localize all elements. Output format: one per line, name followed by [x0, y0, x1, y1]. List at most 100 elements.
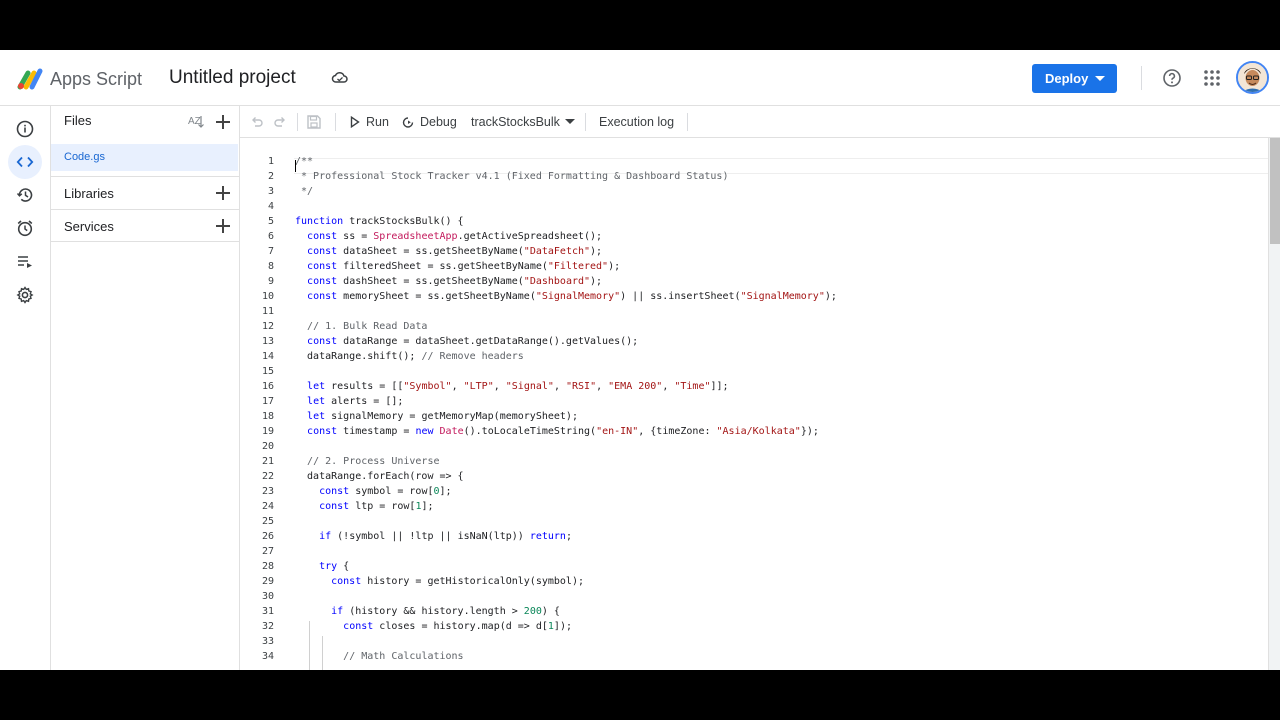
toolbar-separator: [585, 113, 586, 131]
code-line[interactable]: // 2. Process Universe: [295, 456, 439, 467]
line-number: 24: [261, 501, 274, 512]
code-line[interactable]: const symbol = row[0];: [295, 486, 451, 497]
header-divider: [1141, 66, 1142, 90]
editor-scrollbar[interactable]: [1268, 138, 1280, 670]
run-label: Run: [366, 114, 389, 129]
google-apps-icon[interactable]: [1203, 69, 1221, 87]
line-number: 2: [267, 171, 274, 182]
function-selector[interactable]: trackStocksBulk: [471, 106, 575, 137]
file-name: Code.gs: [64, 151, 105, 163]
code-line[interactable]: const dataRange = dataSheet.getDataRange…: [295, 336, 638, 347]
line-number: 18: [261, 411, 274, 422]
code-line[interactable]: const closes = history.map(d => d[1]);: [295, 621, 572, 632]
code-line[interactable]: if (history && history.length > 200) {: [295, 606, 560, 617]
code-line[interactable]: const filteredSheet = ss.getSheetByName(…: [295, 261, 620, 272]
code-line[interactable]: const ss = SpreadsheetApp.getActiveSprea…: [295, 231, 602, 242]
run-button[interactable]: Run: [350, 106, 389, 137]
code-line[interactable]: let alerts = [];: [295, 396, 403, 407]
add-service-icon[interactable]: [216, 219, 230, 233]
play-icon: [350, 115, 360, 128]
add-library-icon[interactable]: [216, 186, 230, 200]
code-icon: [16, 156, 34, 168]
apps-script-logo-icon[interactable]: [17, 67, 45, 91]
code-line[interactable]: try {: [295, 561, 349, 572]
sort-az-icon[interactable]: AZ: [187, 112, 205, 130]
code-line[interactable]: // 1. Bulk Read Data: [295, 321, 427, 332]
code-line[interactable]: /**: [295, 156, 313, 167]
line-number: 33: [261, 636, 274, 647]
files-panel: Files AZ Code.gs Libraries Services: [51, 106, 240, 670]
code-line[interactable]: const history = getHistoricalOnly(symbol…: [295, 576, 584, 587]
line-number: 25: [261, 516, 274, 527]
line-number: 27: [261, 546, 274, 557]
account-avatar[interactable]: [1236, 61, 1269, 94]
code-line[interactable]: function trackStocksBulk() {: [295, 216, 464, 227]
code-line[interactable]: * Professional Stock Tracker v4.1 (Fixed…: [295, 171, 728, 182]
code-line[interactable]: if (!symbol || !ltp || isNaN(ltp)) retur…: [295, 531, 572, 542]
info-icon: [16, 120, 34, 138]
line-number: 20: [261, 441, 274, 452]
undo-button[interactable]: [250, 106, 264, 137]
code-line[interactable]: let signalMemory = getMemoryMap(memorySh…: [295, 411, 578, 422]
code-editor[interactable]: 1 2 3 4 5 6 7 8 9 10 11 12 13 14 15 16 17 18 19 20 21 22 23 24 2…: [240, 138, 1268, 670]
code-line[interactable]: const dashSheet = ss.getSheetByName("Das…: [295, 276, 602, 287]
code-line[interactable]: const ltp = row[1];: [295, 501, 433, 512]
toolbar-separator: [687, 113, 688, 131]
letterbox-top: [0, 0, 1280, 50]
editor-toolbar: Run Debug trackStocksBulk Execution log: [240, 106, 1280, 138]
line-number: 1: [267, 156, 274, 167]
navigation-rail: [0, 106, 51, 670]
code-line[interactable]: let results = [["Symbol", "LTP", "Signal…: [295, 381, 729, 392]
code-line[interactable]: dataRange.forEach(row => {: [295, 471, 464, 482]
rail-project-history[interactable]: [8, 178, 42, 212]
line-number: 4: [267, 201, 274, 212]
help-icon[interactable]: [1162, 68, 1182, 88]
code-line[interactable]: const timestamp = new Date().toLocaleTim…: [295, 426, 819, 437]
deploy-button-label: Deploy: [1045, 71, 1089, 86]
line-number: 8: [267, 261, 274, 272]
code-line[interactable]: const memorySheet = ss.getSheetByName("S…: [295, 291, 837, 302]
redo-button[interactable]: [273, 106, 287, 137]
rail-editor[interactable]: [8, 145, 42, 179]
line-number: 28: [261, 561, 274, 572]
cloud-saved-icon: [331, 71, 348, 83]
line-number: 30: [261, 591, 274, 602]
line-number: 5: [267, 216, 274, 227]
services-row[interactable]: Services: [51, 209, 240, 242]
file-item-code-gs[interactable]: Code.gs: [51, 144, 238, 171]
letterbox-bottom: [0, 670, 1280, 720]
save-button[interactable]: [306, 106, 322, 137]
caret-down-icon: [564, 119, 575, 124]
code-line[interactable]: const dataSheet = ss.getSheetByName("Dat…: [295, 246, 602, 257]
debug-button[interactable]: Debug: [402, 106, 457, 137]
services-label: Services: [64, 219, 114, 234]
text-cursor: [295, 160, 296, 172]
line-number: 12: [261, 321, 274, 332]
line-number: 31: [261, 606, 274, 617]
project-title[interactable]: Untitled project: [169, 65, 296, 91]
execution-log-label: Execution log: [599, 114, 675, 129]
function-selector-value: trackStocksBulk: [471, 114, 560, 129]
alarm-clock-icon: [17, 220, 33, 237]
line-number: 29: [261, 576, 274, 587]
rail-project-settings[interactable]: [8, 278, 42, 312]
code-line[interactable]: dataRange.shift(); // Remove headers: [295, 351, 524, 362]
debug-label: Debug: [420, 114, 457, 129]
rail-executions[interactable]: [8, 245, 42, 279]
scrollbar-thumb[interactable]: [1270, 138, 1280, 244]
debug-icon: [402, 116, 414, 128]
indent-guide: [309, 621, 310, 670]
execution-log-button[interactable]: Execution log: [599, 106, 674, 137]
rail-triggers[interactable]: [8, 211, 42, 245]
add-file-icon[interactable]: [216, 115, 230, 129]
code-line[interactable]: // Math Calculations: [295, 651, 463, 662]
history-icon: [16, 188, 33, 202]
indent-guide: [322, 636, 323, 670]
product-name[interactable]: Apps Script: [50, 67, 142, 91]
line-number: 19: [261, 426, 274, 437]
code-line[interactable]: */: [295, 186, 313, 197]
deploy-button[interactable]: Deploy: [1032, 64, 1117, 93]
rail-overview[interactable]: [8, 112, 42, 146]
libraries-row[interactable]: Libraries: [51, 176, 240, 209]
save-icon: [307, 114, 321, 129]
